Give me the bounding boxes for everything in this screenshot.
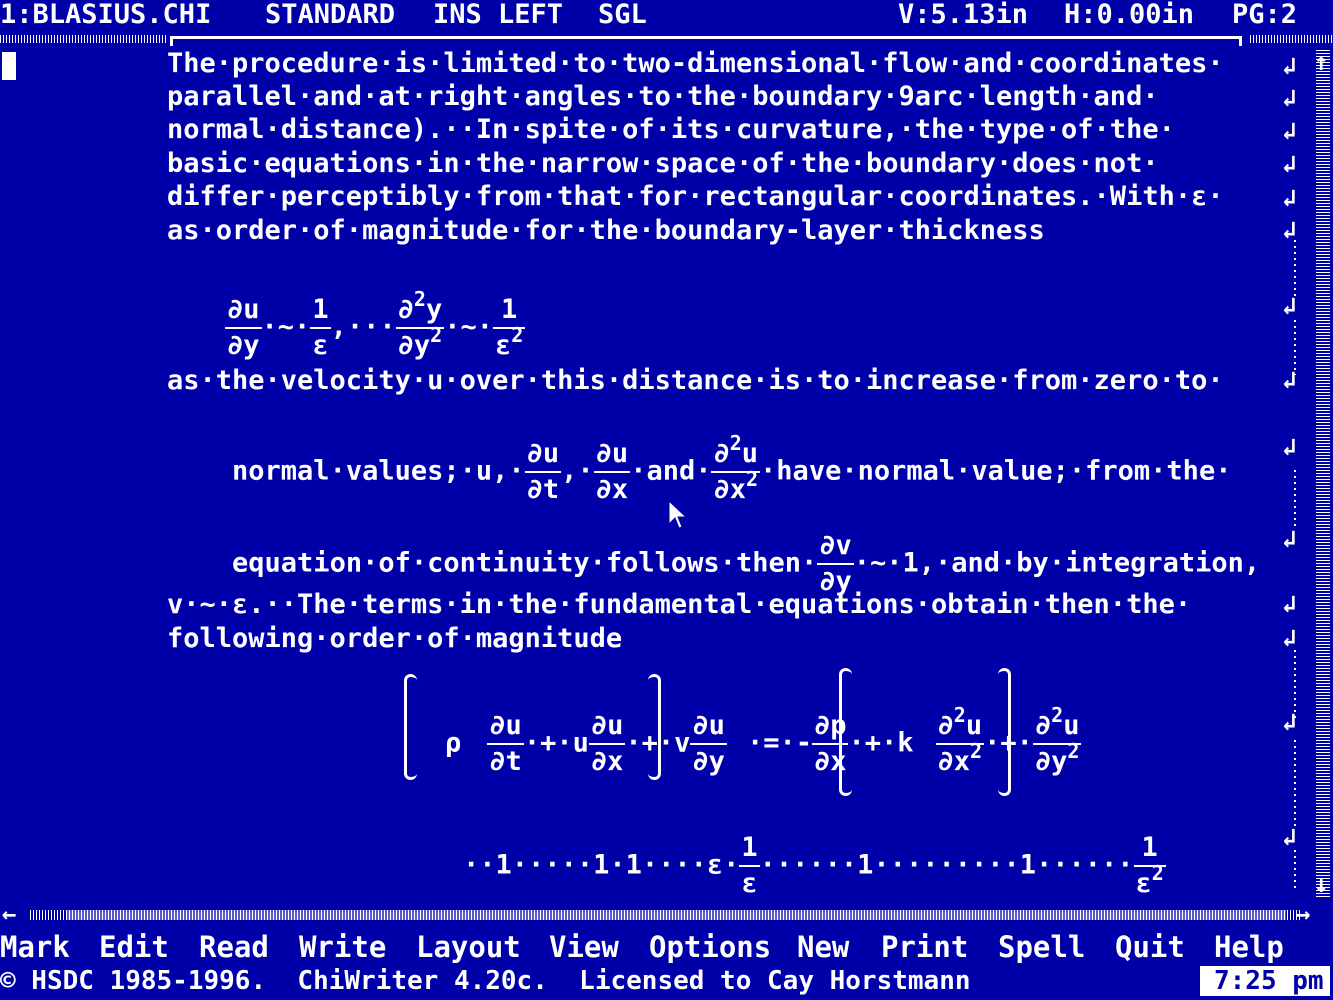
vertical-position: V:5.13in [898,0,1029,30]
right-paren [648,674,661,780]
paragraph-line: The·procedure·is·limited·to·two-dimensio… [167,48,1224,79]
paragraph-line: differ·perceptibly·from·that·for·rectang… [167,181,1224,212]
boundary-layer-equation: ρ ∂u ∂t ·+·u ∂u ∂x ·+·v ∂u ∂y ·=·- ∂p ∂x ·+·k ∂2u ∂x2 ·… [445,703,1082,777]
left-paren [839,668,852,796]
paragraph-mark-icon: ↲ [1282,52,1297,80]
paragraph-mark-icon: ↲ [1282,216,1297,244]
menu-read[interactable]: Read [199,930,269,964]
paragraph-line: following·order·of·magnitude [167,623,623,654]
paragraph-mark-icon: ↲ [1282,292,1297,320]
paragraph-line: as·order·of·magnitude·for·the·boundary-l… [167,215,1045,246]
paragraph-line: basic·equations·in·the·narrow·space·of·t… [167,148,1159,179]
menu-spell[interactable]: Spell [998,930,1085,964]
insert-indicator: INS LEFT [433,0,564,30]
paragraph-mark-icon: ↲ [1282,117,1297,145]
paragraph-mark-icon: ↲ [1282,823,1297,851]
page-number: PG:2 [1232,0,1298,30]
menu-write[interactable]: Write [299,930,386,964]
paragraph-line: v·~·ε.··The·terms·in·the·fundamental·equ… [167,589,1192,620]
menu-quit[interactable]: Quit [1115,930,1185,964]
paragraph-line: parallel·and·at·right·angles·to·the·boun… [167,81,1159,112]
clock: 7:25 pm [1200,966,1330,996]
paragraph-mark-icon: ↲ [1282,184,1297,212]
horizontal-position: H:0.00in [1064,0,1195,30]
right-paren [998,668,1011,796]
scroll-up-arrow-icon[interactable]: ↑ [1314,50,1328,74]
scroll-down-arrow-icon[interactable]: ↓ [1314,872,1328,896]
scroll-left-arrow-icon[interactable]: ← [2,902,16,926]
mouse-pointer-icon [668,500,688,529]
menu-options[interactable]: Options [649,930,771,964]
paragraph-line: as·the·velocity·u·over·this·distance·is·… [167,365,1224,396]
paragraph-mark-icon: ↲ [1282,525,1297,553]
paragraph-mark-icon: ↲ [1282,433,1297,461]
fraction: 1ε [310,294,331,361]
menu-view[interactable]: View [549,930,619,964]
paragraph-mark-icon: ↲ [1282,590,1297,618]
mode-indicator: STANDARD [265,0,396,30]
paragraph-mark-icon: ↲ [1282,366,1297,394]
paragraph-mark-icon: ↲ [1282,150,1297,178]
menu-new[interactable]: New [797,930,849,964]
copyright-notice: © HSDC 1985-1996. ChiWriter 4.20c. Licen… [0,966,971,996]
paragraph-mark-icon: ↲ [1282,624,1297,652]
scroll-right-arrow-icon[interactable]: → [1296,902,1310,926]
menu-edit[interactable]: Edit [99,930,169,964]
fraction: 1 ε2 [492,294,526,361]
menu-print[interactable]: Print [881,930,968,964]
spacing-indicator: SGL [598,0,647,30]
left-paren [404,674,417,780]
paragraph-mark-icon: ↲ [1282,708,1297,736]
fraction: ∂u ∂y [225,294,262,361]
menu-layout[interactable]: Layout [416,930,521,964]
file-name: 1:BLASIUS.CHI [0,0,212,30]
paragraph-line: normal·distance).··In·spite·of·its·curva… [167,114,1175,145]
paragraph-mark-icon: ↲ [1282,84,1297,112]
text-cursor [2,52,16,80]
menu-mark[interactable]: Mark [0,930,70,964]
fraction: ∂2y ∂y2 [395,287,445,361]
menu-help[interactable]: Help [1214,930,1284,964]
